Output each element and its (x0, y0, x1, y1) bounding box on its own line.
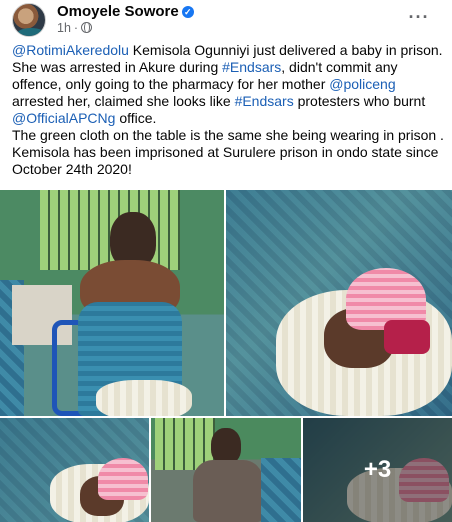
mention-link[interactable]: @OfficialAPCNg (12, 110, 115, 126)
globe-icon[interactable] (81, 22, 93, 33)
baby-cap-graphic (98, 458, 148, 500)
author-name[interactable]: Omoyele Sowore (57, 3, 179, 20)
cloth-graphic (261, 458, 301, 522)
photo-newborn-thumb[interactable] (0, 418, 149, 522)
baby-clothing-graphic (384, 320, 430, 354)
author-name-row[interactable]: Omoyele Sowore ✓ (57, 3, 194, 20)
post-header: Omoyele Sowore ✓ 1h · ··· (0, 0, 452, 38)
head-graphic (211, 428, 241, 464)
meta-separator: · (73, 21, 79, 35)
author-avatar[interactable] (12, 3, 46, 37)
post-text-segment: arrested her, claimed she looks like (12, 93, 235, 109)
photo-woman-seated[interactable] (0, 190, 224, 416)
post-text: @RotimiAkeredolu Kemisola Ogunniyi just … (12, 42, 446, 178)
post-time[interactable]: 1h (57, 21, 71, 35)
mention-link[interactable]: @policeng (329, 76, 395, 92)
post-text-segment: protesters who burnt (293, 93, 426, 109)
post-paragraph-1: @RotimiAkeredolu Kemisola Ogunniyi just … (12, 42, 446, 127)
more-options-icon[interactable]: ··· (405, 4, 433, 32)
post-paragraph-2: The green cloth on the table is the same… (12, 127, 444, 177)
photo-newborn[interactable] (226, 190, 452, 416)
post-text-segment: office. (115, 110, 157, 126)
clothing-graphic (193, 460, 263, 522)
more-photos-count: +3 (363, 456, 392, 483)
hashtag-link[interactable]: #Endsars (222, 59, 281, 75)
verified-badge-icon: ✓ (181, 6, 194, 18)
hashtag-link[interactable]: #Endsars (235, 93, 294, 109)
more-photos-overlay[interactable]: +3 (303, 418, 452, 522)
photo-woman-standing[interactable] (151, 418, 301, 522)
mention-link[interactable]: @RotimiAkeredolu (12, 42, 129, 58)
post-meta: 1h · (57, 21, 93, 35)
baby-blanket-graphic (96, 380, 192, 416)
